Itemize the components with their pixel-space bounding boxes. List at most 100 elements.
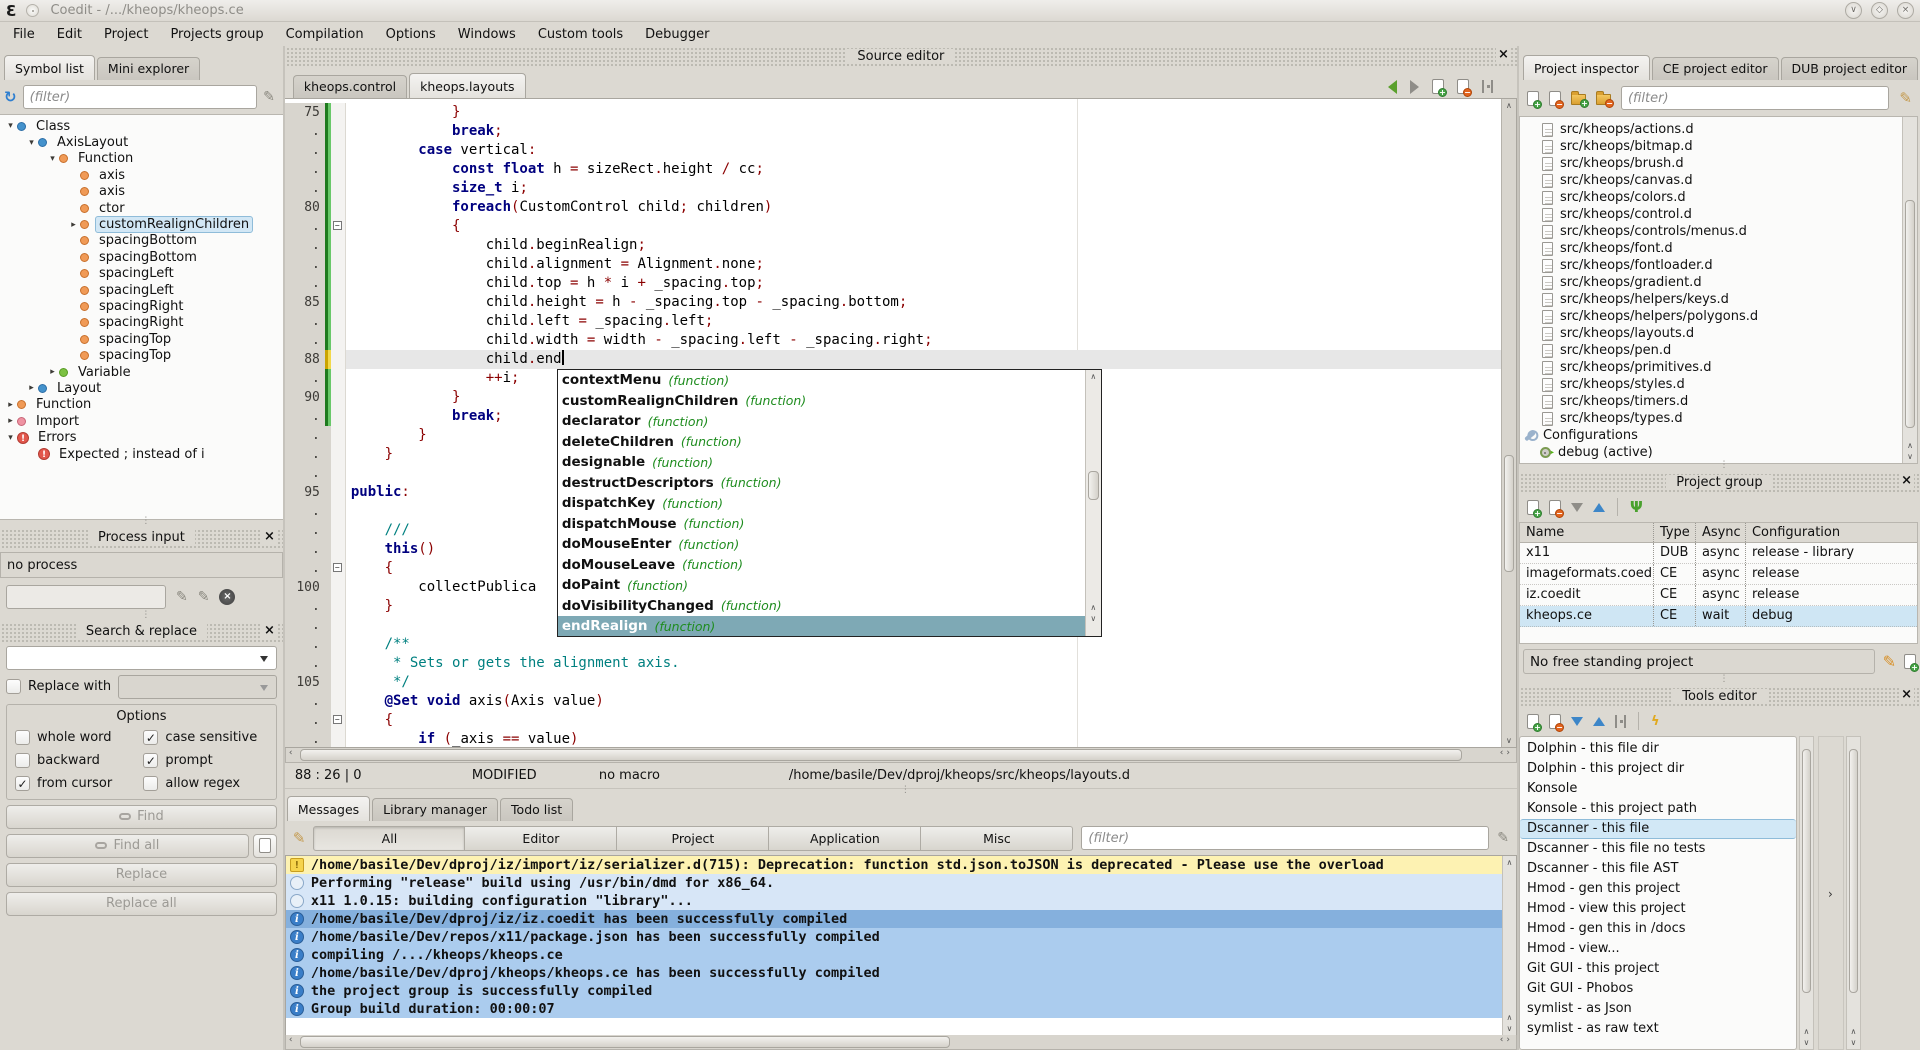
- completion-item[interactable]: doMouseLeave(function): [558, 555, 1085, 576]
- menu-compilation[interactable]: Compilation: [275, 25, 375, 44]
- messages-scroll-up2-icon[interactable]: ∧: [1503, 1013, 1516, 1022]
- configuration-item[interactable]: ▸debug (active): [1520, 444, 1917, 461]
- completion-item[interactable]: doVisibilityChanged(function): [558, 596, 1085, 617]
- completion-scrollbar[interactable]: ∧ ∧ ∨: [1085, 370, 1101, 636]
- tab-ce-project-editor[interactable]: CE project editor: [1652, 57, 1779, 80]
- project-group-row[interactable]: iz.coeditCEasyncrelease: [1520, 585, 1917, 606]
- messages-scroll-down-icon[interactable]: ∨: [1503, 1024, 1516, 1033]
- tool-item[interactable]: Dscanner - this file AST: [1520, 859, 1796, 879]
- project-file-item[interactable]: src/kheops/primitives.d: [1520, 359, 1917, 376]
- code-line[interactable]: .− {: [285, 217, 1516, 236]
- move-project-down-icon[interactable]: [1571, 503, 1583, 512]
- code-line[interactable]: . size_t i;: [285, 179, 1516, 198]
- symbol-item[interactable]: spacingBottom: [0, 249, 283, 265]
- close-document-icon[interactable]: −: [1457, 79, 1469, 94]
- tab-project-inspector[interactable]: Project inspector: [1523, 55, 1650, 80]
- log-row[interactable]: icompiling /.../kheops/kheops.ce: [286, 946, 1516, 964]
- code-line[interactable]: . child.width = width - _spacing.left - …: [285, 331, 1516, 350]
- messages-hscroll-thumb[interactable]: [300, 1036, 950, 1048]
- tools-scrollbar-2[interactable]: ∧ ∨: [1846, 736, 1861, 1050]
- tool-item[interactable]: Hmod - gen this in /docs: [1520, 919, 1796, 939]
- log-row[interactable]: Performing "release" build using /usr/bi…: [286, 874, 1516, 892]
- menu-debugger[interactable]: Debugger: [634, 25, 720, 44]
- tool-item[interactable]: Hmod - gen this project: [1520, 879, 1796, 899]
- tool-item[interactable]: Dolphin - this project dir: [1520, 759, 1796, 779]
- code-line[interactable]: . child.left = _spacing.left;: [285, 312, 1516, 331]
- center-splitter[interactable]: [285, 789, 1517, 797]
- completion-item[interactable]: designable(function): [558, 452, 1085, 473]
- left-splitter-2[interactable]: [0, 614, 283, 622]
- symbol-item[interactable]: spacingLeft: [0, 282, 283, 298]
- code-line[interactable]: . break;: [285, 122, 1516, 141]
- project-group-row[interactable]: x11DUBasyncrelease - library: [1520, 543, 1917, 564]
- editor-hscroll-thumb[interactable]: [300, 749, 1462, 761]
- symbol-item[interactable]: ▾!Errors: [0, 429, 283, 445]
- ptree-scroll-up-icon[interactable]: ∧: [1903, 441, 1917, 450]
- log-row[interactable]: ithe project group is successfully compi…: [286, 982, 1516, 1000]
- remove-file-icon[interactable]: −: [1549, 91, 1561, 106]
- completion-item[interactable]: contextMenu(function): [558, 370, 1085, 391]
- filter-application[interactable]: Application: [769, 826, 921, 851]
- inspector-clean-icon[interactable]: ✎: [1899, 89, 1912, 107]
- menu-windows[interactable]: Windows: [447, 25, 527, 44]
- fold-collapse-icon[interactable]: −: [333, 563, 342, 572]
- editor-hscrollbar[interactable]: ‹ ‹›: [285, 748, 1517, 763]
- menu-options[interactable]: Options: [375, 25, 447, 44]
- code-line[interactable]: 88 child.end: [285, 350, 1516, 369]
- inspector-filter-input[interactable]: [1621, 86, 1889, 110]
- project-group-row[interactable]: kheops.ceCEwaitdebug: [1520, 606, 1917, 627]
- column-header-configuration[interactable]: Configuration: [1746, 523, 1917, 542]
- run-tool-icon[interactable]: ϟ: [1651, 714, 1660, 729]
- find-button[interactable]: Find: [6, 805, 277, 829]
- move-tool-up-icon[interactable]: [1593, 717, 1605, 726]
- project-file-item[interactable]: src/kheops/helpers/polygons.d: [1520, 308, 1917, 325]
- completion-item[interactable]: doPaint(function): [558, 575, 1085, 596]
- symbol-item[interactable]: spacingRight: [0, 298, 283, 314]
- code-line[interactable]: . * Sets or gets the alignment axis.: [285, 654, 1516, 673]
- tool-item[interactable]: symlist - as raw text: [1520, 1019, 1796, 1039]
- code-editor[interactable]: 75 }. break;. case vertical:. const floa…: [285, 98, 1517, 748]
- log-row[interactable]: x11 1.0.15: building configuration "libr…: [286, 892, 1516, 910]
- send-input-no-return-icon[interactable]: ✎: [198, 589, 210, 605]
- expand-icon[interactable]: ▾: [4, 433, 17, 443]
- close-source-editor-icon[interactable]: ×: [1496, 47, 1511, 62]
- completion-scroll-thumb[interactable]: [1088, 471, 1099, 500]
- expand-icon[interactable]: ▾: [46, 154, 59, 164]
- replace-all-button[interactable]: Replace all: [6, 892, 277, 916]
- configurations-item[interactable]: Configurations: [1520, 427, 1917, 444]
- send-input-icon[interactable]: ✎: [176, 589, 188, 605]
- tools-scroll-down-icon[interactable]: ∨: [1800, 1038, 1813, 1047]
- add-tool-icon[interactable]: +: [1527, 714, 1539, 729]
- add-free-project-icon[interactable]: +: [1904, 654, 1916, 669]
- tab-kheops-control[interactable]: kheops.control: [293, 75, 407, 98]
- checkbox[interactable]: ✓: [15, 776, 30, 791]
- column-header-name[interactable]: Name: [1520, 523, 1654, 542]
- close-project-group-icon[interactable]: ×: [1899, 473, 1914, 488]
- column-header-async[interactable]: Async: [1696, 523, 1746, 542]
- menu-edit[interactable]: Edit: [46, 25, 93, 44]
- search-term-combo[interactable]: [6, 646, 277, 670]
- symbol-item[interactable]: ▸customRealignChildren: [0, 216, 283, 232]
- ptree-scrollbar[interactable]: ∧ ∨: [1902, 117, 1917, 463]
- tools-scroll2-up-icon[interactable]: ∧: [1847, 1027, 1860, 1036]
- completion-scroll-up-icon[interactable]: ∧: [1086, 372, 1101, 381]
- tab-kheops-layouts[interactable]: kheops.layouts: [409, 73, 525, 98]
- menu-projects-group[interactable]: Projects group: [159, 25, 274, 44]
- expand-icon[interactable]: ▸: [4, 416, 17, 426]
- checkbox[interactable]: ✓: [143, 753, 158, 768]
- scroll-up-icon[interactable]: ∧: [1502, 101, 1516, 110]
- expand-icon[interactable]: ▸: [25, 383, 38, 393]
- symbol-item[interactable]: ▾AxisLayout: [0, 134, 283, 150]
- tools-scroll2-thumb[interactable]: [1849, 749, 1858, 992]
- log-row[interactable]: i/home/basile/Dev/repos/x11/package.json…: [286, 928, 1516, 946]
- symbol-item[interactable]: spacingBottom: [0, 233, 283, 249]
- project-file-item[interactable]: src/kheops/control.d: [1520, 206, 1917, 223]
- messages-hscrollbar[interactable]: ‹ ‹›: [285, 1035, 1517, 1050]
- close-button[interactable]: ×: [1897, 2, 1914, 19]
- tools-splitter[interactable]: [1818, 736, 1844, 1050]
- maximize-button[interactable]: ◇: [1871, 2, 1888, 19]
- clear-messages-icon[interactable]: ✎: [293, 829, 306, 847]
- menu-custom-tools[interactable]: Custom tools: [527, 25, 634, 44]
- tool-item[interactable]: Git GUI - this project: [1520, 959, 1796, 979]
- expand-icon[interactable]: ▸: [46, 367, 59, 377]
